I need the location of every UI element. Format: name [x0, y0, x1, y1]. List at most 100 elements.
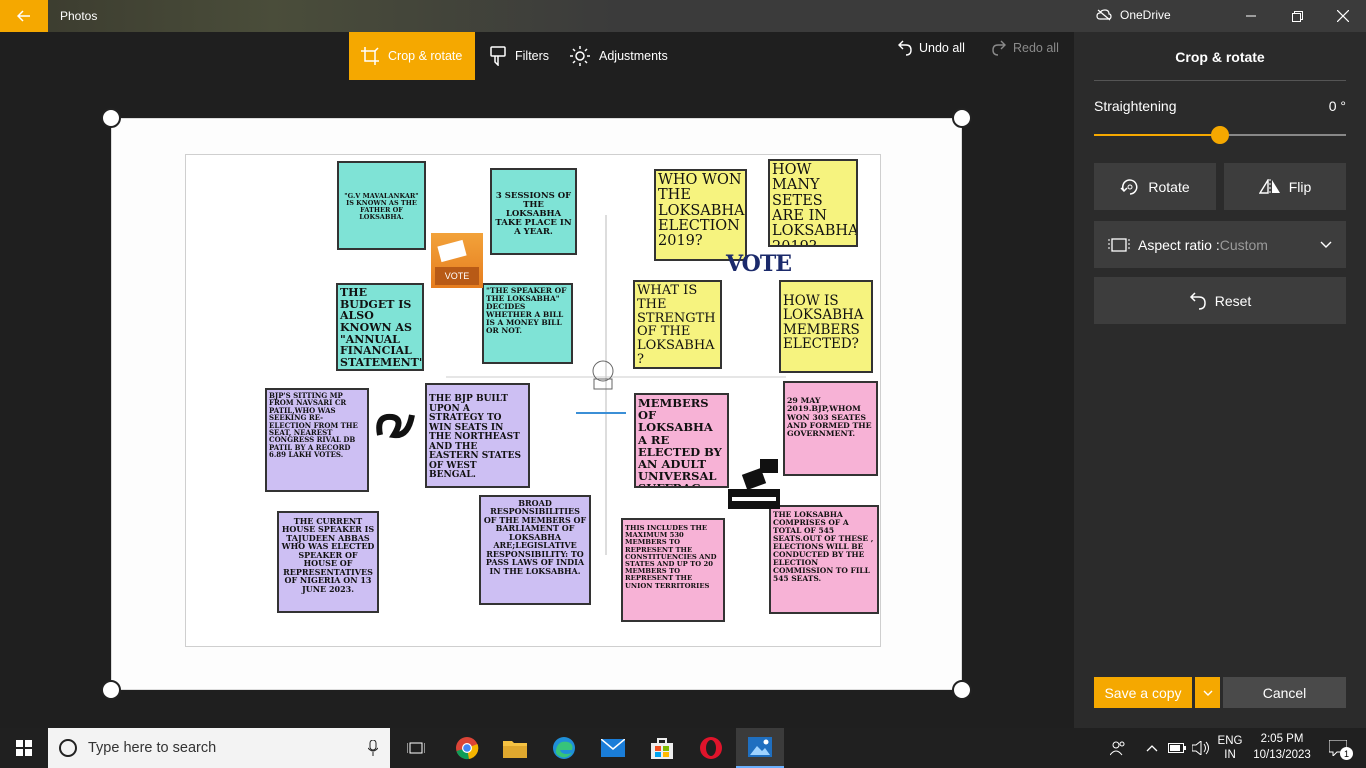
slider-thumb[interactable] [1211, 126, 1229, 144]
tab-crop-rotate[interactable]: Crop & rotate [349, 32, 475, 80]
start-button[interactable] [0, 728, 48, 768]
note-speaker-money-bill: "THE SPEAKER OF THE LOKSABHA" DECIDES WH… [482, 283, 573, 364]
windows-logo-icon [16, 740, 32, 756]
brightness-icon [570, 46, 590, 66]
mail-taskbar-button[interactable] [589, 728, 637, 768]
close-button[interactable] [1320, 0, 1366, 32]
search-placeholder: Type here to search [88, 740, 217, 756]
flip-label: Flip [1288, 178, 1312, 195]
redo-all-label: Redo all [1013, 41, 1059, 55]
store-taskbar-button[interactable] [638, 728, 686, 768]
people-button[interactable] [1104, 728, 1132, 768]
file-explorer-taskbar-button[interactable] [491, 728, 539, 768]
edge-taskbar-button[interactable] [540, 728, 588, 768]
crop-handle-bottom-right[interactable] [952, 680, 972, 700]
reset-button[interactable]: Reset [1094, 277, 1346, 324]
redo-icon [992, 40, 1006, 56]
photos-taskbar-button[interactable] [736, 728, 784, 768]
opera-icon [700, 737, 722, 759]
notification-count-badge: 1 [1340, 747, 1353, 760]
chevron-up-icon [1146, 745, 1158, 752]
note-545-seats: THE LOKSABHA COMPRISES OF A TOTAL OF 545… [769, 505, 879, 614]
chevron-down-icon [1320, 241, 1332, 248]
ballot-label: VOTE [435, 267, 479, 285]
redo-all-button[interactable]: Redo all [992, 40, 1059, 56]
note-cr-patil: BJP'S SITTING MP FROM NAVSARI CR PATIL,W… [265, 388, 369, 492]
note-responsibilities: BROAD RESPONSIBILITIES OF THE MEMBERS OF… [479, 495, 591, 605]
cloud-off-icon [1096, 9, 1112, 21]
taskbar: Type here to search ENG IN 2:05 PM 10/13… [0, 728, 1366, 768]
chrome-taskbar-button[interactable] [443, 728, 491, 768]
clock[interactable]: 2:05 PM 10/13/2023 [1250, 728, 1314, 768]
save-options-button[interactable] [1195, 677, 1220, 708]
cortana-circle-icon [59, 739, 77, 757]
crop-rotate-panel: Crop & rotate Straightening 0 ° Rotate F… [1074, 32, 1366, 728]
crop-handle-top-right[interactable] [952, 108, 972, 128]
aspect-ratio-value: Custom [1219, 236, 1268, 253]
aspect-ratio-label: Aspect ratio : [1138, 236, 1220, 253]
reset-icon [1189, 291, 1206, 310]
straightening-label: Straightening [1094, 98, 1177, 114]
tab-crop-label: Crop & rotate [388, 49, 463, 63]
notification-center-button[interactable]: 1 [1318, 728, 1358, 768]
rotate-label: Rotate [1148, 178, 1190, 195]
straightening-value: 0 ° [1328, 98, 1346, 114]
panel-divider [1094, 80, 1346, 81]
bjp-symbol-image [376, 413, 415, 439]
lang-bottom: IN [1224, 749, 1236, 761]
slider-fill [1094, 134, 1220, 136]
tab-adjustments[interactable]: Adjustments [558, 32, 680, 80]
show-hidden-icons-button[interactable] [1142, 728, 1162, 768]
flip-icon [1258, 178, 1280, 195]
app-title: Photos [60, 9, 98, 23]
note-how-elected: HOW IS LOKSABHA MEMBERS ELECTED? [779, 280, 873, 373]
photo-content: "G.V MAVALANKAR" IS KNOWN AS THE FATHER … [185, 154, 881, 647]
restore-icon [1291, 10, 1303, 22]
minimize-icon [1246, 15, 1256, 17]
lang-top: ENG [1217, 734, 1243, 747]
language-indicator[interactable]: ENG IN [1212, 728, 1248, 768]
speaker-icon [1192, 741, 1209, 755]
undo-all-button[interactable]: Undo all [898, 40, 965, 56]
crop-handle-bottom-left[interactable] [101, 680, 121, 700]
robot-sketch-image [592, 360, 614, 390]
aspect-ratio-icon [1108, 237, 1130, 252]
mail-icon [601, 739, 625, 757]
back-button[interactable] [0, 0, 48, 32]
note-adult-suffrage: MEMBERS OF LOKSABHA A RE ELECTED BY AN A… [634, 393, 729, 488]
note-mavalankar: "G.V MAVALANKAR" IS KNOWN AS THE FATHER … [337, 161, 426, 250]
task-view-button[interactable] [392, 728, 440, 768]
back-arrow-icon [17, 10, 30, 22]
undo-icon [898, 40, 912, 56]
file-explorer-icon [503, 741, 527, 758]
onedrive-label: OneDrive [1120, 8, 1171, 22]
cancel-button[interactable]: Cancel [1223, 677, 1346, 708]
aspect-ratio-dropdown[interactable]: Aspect ratio : Custom [1094, 221, 1346, 268]
store-icon [651, 738, 673, 759]
restore-button[interactable] [1274, 0, 1320, 32]
taskbar-search-box[interactable]: Type here to search [48, 728, 390, 768]
note-strength: WHAT IS THE STRENGTH OF THE LOKSABHA ? [633, 280, 722, 369]
ballot-box-image: VOTE [431, 233, 483, 288]
note-who-won: WHO WON THE LOKSABHA ELECTION 2019? [654, 169, 747, 261]
undo-all-label: Undo all [919, 41, 965, 55]
battery-button[interactable] [1166, 728, 1188, 768]
straightening-slider[interactable] [1094, 126, 1346, 144]
save-copy-button[interactable]: Save a copy [1094, 677, 1192, 708]
crop-icon [361, 47, 379, 65]
volume-button[interactable] [1190, 728, 1212, 768]
minimize-button[interactable] [1228, 0, 1274, 32]
opera-taskbar-button[interactable] [687, 728, 735, 768]
chrome-icon [456, 737, 479, 760]
rotate-button[interactable]: Rotate [1094, 163, 1216, 210]
note-current-speaker: THE CURRENT HOUSE SPEAKER IS TAJUDEEN AB… [277, 511, 379, 613]
panel-title: Crop & rotate [1175, 49, 1265, 65]
microphone-icon [368, 740, 378, 756]
note-530-members: THIS INCLUDES THE MAXIMUM 530 MEMBERS TO… [621, 518, 725, 622]
crop-frame[interactable]: "G.V MAVALANKAR" IS KNOWN AS THE FATHER … [101, 108, 972, 700]
onedrive-status[interactable]: OneDrive [1096, 8, 1171, 22]
tab-filters[interactable]: Filters [478, 32, 561, 80]
flip-button[interactable]: Flip [1224, 163, 1346, 210]
note-bjp-strategy: THE BJP BUILT UPON A STRATEGY TO WIN SEA… [425, 383, 530, 488]
crop-handle-top-left[interactable] [101, 108, 121, 128]
